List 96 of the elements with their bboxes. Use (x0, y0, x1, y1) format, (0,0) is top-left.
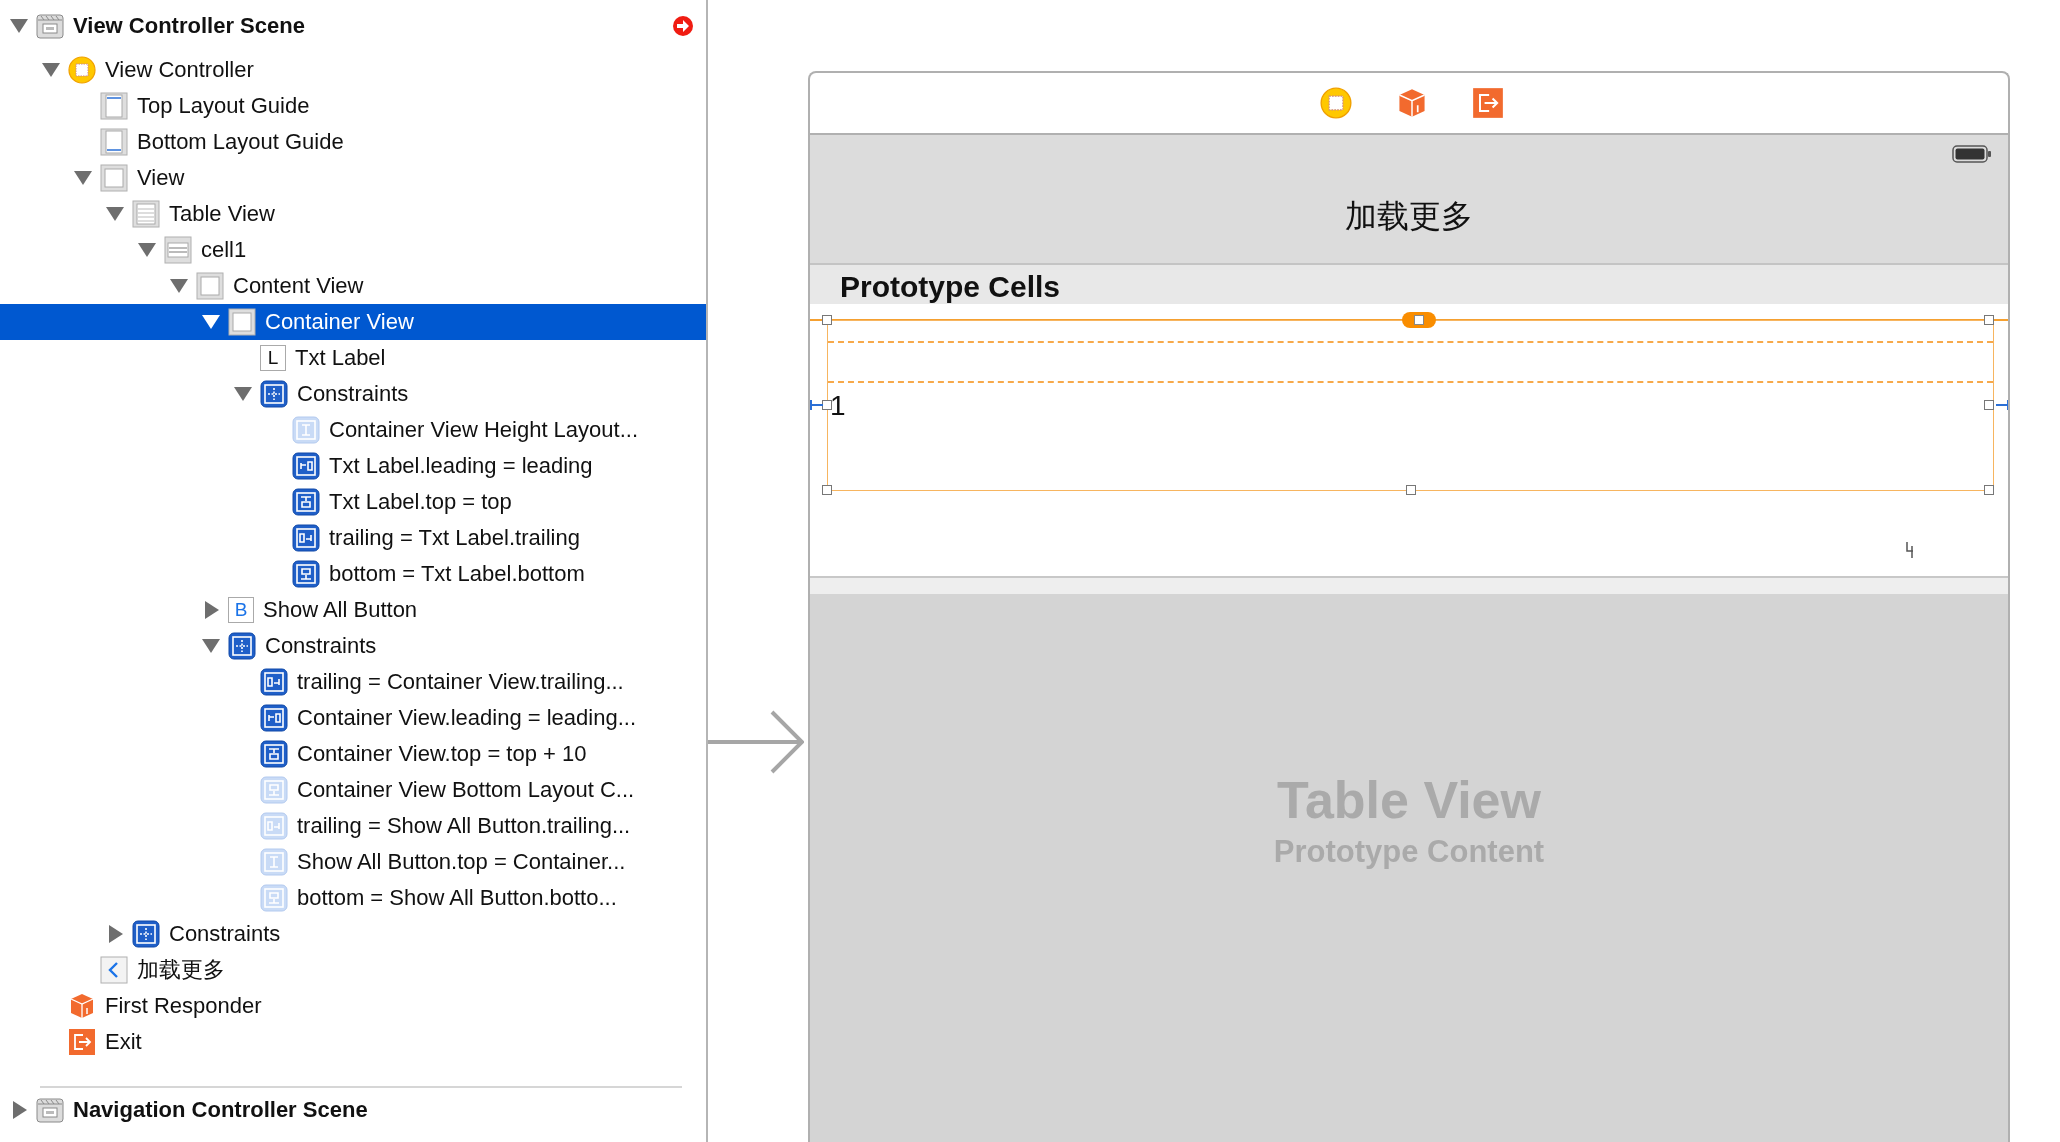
outline-item-label: Table View (169, 200, 275, 228)
outline-item-label: bottom = Txt Label.bottom (329, 560, 585, 588)
view-controller-icon (1320, 87, 1352, 119)
cube-icon (1396, 87, 1428, 119)
outline-row[interactable]: bottom = Txt Label.bottom (0, 556, 706, 592)
outline-item-label: Container View Bottom Layout C... (297, 776, 635, 804)
outline-row[interactable]: Show All Button.top = Container... (0, 844, 706, 880)
outline-row[interactable]: Top Layout Guide (0, 88, 706, 124)
outline-row[interactable]: Container View (0, 304, 706, 340)
outline-row[interactable]: B Show All Button (0, 592, 706, 628)
outline-row[interactable]: Exit (0, 1024, 706, 1060)
view-controller-icon (68, 56, 96, 84)
scene-icon (36, 12, 64, 40)
outline-row[interactable]: 加载更多 (0, 952, 706, 988)
outline-row[interactable]: Constraints (0, 628, 706, 664)
outline-row[interactable]: First Responder (0, 988, 706, 1024)
outline-row[interactable]: trailing = Container View.trailing... (0, 664, 706, 700)
outline-item-label: Content View (233, 272, 364, 300)
bottom-layout-guide-icon (100, 128, 128, 156)
constraint-marker-icon (1995, 400, 2008, 410)
outline-item-label: View (137, 164, 185, 192)
constraints-icon (132, 920, 160, 948)
outline-item-label: Container View.top = top + 10 (297, 740, 587, 768)
constraint-marker-icon (810, 400, 824, 410)
outline-row[interactable]: Txt Label.top = top (0, 484, 706, 520)
outline-item-label: trailing = Txt Label.trailing (329, 524, 580, 552)
outline-row[interactable]: Constraints (0, 376, 706, 412)
outline-row[interactable]: trailing = Txt Label.trailing (0, 520, 706, 556)
outline-row[interactable]: Constraints (0, 916, 706, 952)
label-icon: L (260, 345, 286, 371)
view-icon (100, 164, 128, 192)
table-view-icon (132, 200, 160, 228)
outline-item-label: Show All Button.top = Container... (297, 848, 626, 876)
outline-row[interactable]: View Controller Scene (0, 4, 706, 48)
outline-item-label: Constraints (169, 920, 281, 948)
top-layout-guide-icon (100, 92, 128, 120)
outline-item-label: Navigation Controller Scene (73, 1096, 368, 1124)
view-icon (196, 272, 224, 300)
scene-icon (36, 1096, 64, 1124)
outline-row[interactable]: bottom = Show All Button.botto... (0, 880, 706, 916)
outline-item-label: trailing = Container View.trailing... (297, 668, 624, 696)
outline-item-label: Constraints (297, 380, 409, 408)
outline-row[interactable]: Container View.top = top + 10 (0, 736, 706, 772)
outline-item-label: Container View Height Layout... (329, 416, 638, 444)
resize-handle[interactable] (1406, 485, 1416, 495)
outline-item-label: bottom = Show All Button.botto... (297, 884, 617, 912)
constraints-icon (260, 380, 288, 408)
cube-icon (68, 992, 96, 1020)
outline-row[interactable]: Content View (0, 268, 706, 304)
resize-handle[interactable] (822, 485, 832, 495)
outline-row[interactable]: Navigation Controller Scene (0, 1088, 706, 1132)
outline-item-label: Txt Label.leading = leading (329, 452, 593, 480)
resize-handle[interactable] (1984, 315, 1994, 325)
table-cell-icon (164, 236, 192, 264)
outline-item-label: View Controller Scene (73, 12, 305, 40)
outline-item-label: Container View (265, 308, 414, 336)
outline-item-label: Txt Label (295, 344, 386, 372)
outline-item-label: 加载更多 (137, 956, 225, 984)
outline-row[interactable]: L Txt Label (0, 340, 706, 376)
constraints-icon (228, 632, 256, 660)
view-icon (228, 308, 256, 336)
outline-row[interactable]: Container View Bottom Layout C... (0, 772, 706, 808)
outline-item-label: Show All Button (263, 596, 418, 624)
outline-row[interactable]: View Controller (0, 52, 706, 88)
resize-handle[interactable] (822, 315, 832, 325)
outline-row[interactable]: View (0, 160, 706, 196)
battery-icon (1952, 145, 1992, 163)
outline-row[interactable]: Txt Label.leading = leading (0, 448, 706, 484)
resize-handle[interactable] (822, 400, 832, 410)
section-header-title: Prototype Cells (840, 270, 1061, 304)
outline-row[interactable]: cell1 (0, 232, 706, 268)
cell-label: 1 (830, 391, 846, 421)
navigation-title: 加载更多 (1345, 197, 1473, 236)
outline-item-label: Top Layout Guide (137, 92, 310, 120)
resize-handle[interactable] (1984, 400, 1994, 410)
outline-item-label: Constraints (265, 632, 377, 660)
button-icon: B (228, 597, 254, 623)
back-chevron-icon (100, 956, 128, 984)
outline-row[interactable]: Bottom Layout Guide (0, 124, 706, 160)
outline-item-label: trailing = Show All Button.trailing... (297, 812, 631, 840)
outline-item-label: Txt Label.top = top (329, 488, 512, 516)
outline-row[interactable]: Container View Height Layout... (0, 412, 706, 448)
exit-icon (68, 1028, 96, 1056)
resize-handle[interactable] (1984, 485, 1994, 495)
outline-item-label: cell1 (201, 236, 247, 264)
outline-item-label: Container View.leading = leading... (297, 704, 636, 732)
button-glyph-icon (1906, 540, 1914, 558)
outline-item-label: View Controller (105, 56, 254, 84)
outline-item-label: Bottom Layout Guide (137, 128, 344, 156)
exit-icon (1472, 87, 1504, 119)
outline-row[interactable]: Container View.leading = leading... (0, 700, 706, 736)
constraint-handle[interactable] (1402, 312, 1436, 328)
outline-row[interactable]: Table View (0, 196, 706, 232)
outline-item-label: First Responder (105, 992, 262, 1020)
outline-row[interactable]: trailing = Show All Button.trailing... (0, 808, 706, 844)
outline-item-label: Exit (105, 1028, 142, 1056)
